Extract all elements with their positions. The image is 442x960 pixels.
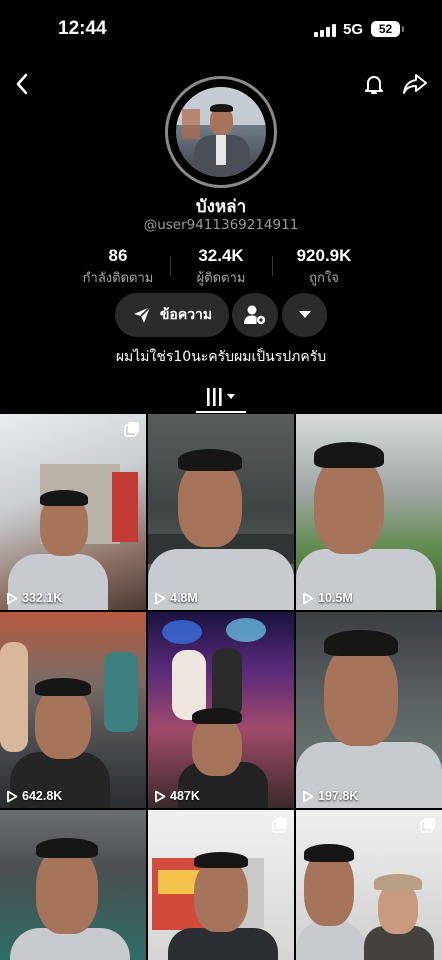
share-arrow-icon[interactable] <box>400 70 430 98</box>
view-count-text: 10.5M <box>318 591 353 605</box>
multi-photo-icon <box>124 421 140 441</box>
view-count: 642.8K <box>6 789 62 803</box>
view-count: 487K <box>154 789 200 803</box>
signal-icon <box>314 24 336 37</box>
stat-likes[interactable]: 920.9K ถูกใจ <box>274 246 374 288</box>
video-thumbnail[interactable]: 10.5M <box>296 414 442 610</box>
content-tabs <box>0 380 442 414</box>
message-button[interactable]: ข้อความ <box>115 293 229 337</box>
tab-videos[interactable] <box>196 380 246 414</box>
stat-following-value: 86 <box>108 246 128 265</box>
multi-photo-icon <box>420 817 436 837</box>
chevron-left-icon[interactable] <box>8 70 36 98</box>
stat-likes-value: 920.9K <box>296 246 352 265</box>
play-icon <box>303 790 314 802</box>
view-count-text: 487K <box>170 789 200 803</box>
view-count: 332.1K <box>6 591 62 605</box>
view-count-text: 4.8M <box>170 591 198 605</box>
view-count-text: 197.8K <box>318 789 359 803</box>
video-thumbnail[interactable] <box>0 810 146 960</box>
bell-icon[interactable] <box>360 70 388 98</box>
status-time: 12:44 <box>58 18 107 39</box>
stat-divider <box>272 256 273 276</box>
message-label: ข้อความ <box>159 307 213 323</box>
stat-likes-label: ถูกใจ <box>309 271 339 286</box>
video-thumbnail[interactable] <box>296 810 442 960</box>
user-gear-icon <box>244 305 266 325</box>
network-type: 5G <box>343 21 364 38</box>
stat-following-label: กำลังติดตาม <box>82 271 154 286</box>
view-count-text: 642.8K <box>22 789 63 803</box>
play-icon <box>155 790 166 802</box>
video-thumbnail[interactable]: 197.8K <box>296 612 442 808</box>
stat-followers[interactable]: 32.4K ผู้ติดตาม <box>171 246 271 288</box>
view-count: 10.5M <box>302 591 353 605</box>
stat-following[interactable]: 86 กำลังติดตาม <box>68 246 168 288</box>
stat-followers-label: ผู้ติดตาม <box>196 271 246 286</box>
play-icon <box>155 592 166 604</box>
stat-followers-value: 32.4K <box>198 246 244 265</box>
send-icon <box>133 306 151 323</box>
username: @user9411369214911 <box>143 217 299 233</box>
avatar-ring[interactable] <box>165 76 277 188</box>
play-icon <box>7 790 18 802</box>
video-thumbnail[interactable]: 642.8K <box>0 612 146 808</box>
video-grid-icon <box>207 388 235 406</box>
battery-icon: 52 <box>371 21 400 37</box>
multi-photo-icon <box>272 817 288 837</box>
video-thumbnail[interactable] <box>148 810 294 960</box>
video-thumbnail[interactable]: 332.1K <box>0 414 146 610</box>
play-icon <box>7 592 18 604</box>
view-count-text: 332.1K <box>22 591 63 605</box>
video-thumbnail[interactable]: 4.8M <box>148 414 294 610</box>
tab-active-indicator <box>196 411 246 413</box>
status-bar: 12:44 5G 52 <box>0 0 442 60</box>
avatar[interactable] <box>176 87 266 177</box>
display-name: บังหล่า <box>195 197 247 217</box>
view-count: 4.8M <box>154 591 198 605</box>
follow-settings-button[interactable] <box>232 293 278 337</box>
caret-down-icon <box>298 311 311 318</box>
view-count: 197.8K <box>302 789 358 803</box>
play-icon <box>303 592 314 604</box>
bio: ผมไม่ใช่ร10นะครับผมเป็นรปภครับ <box>115 349 327 365</box>
more-options-button[interactable] <box>282 293 327 337</box>
video-thumbnail[interactable]: 487K <box>148 612 294 808</box>
battery-tip <box>402 26 404 32</box>
